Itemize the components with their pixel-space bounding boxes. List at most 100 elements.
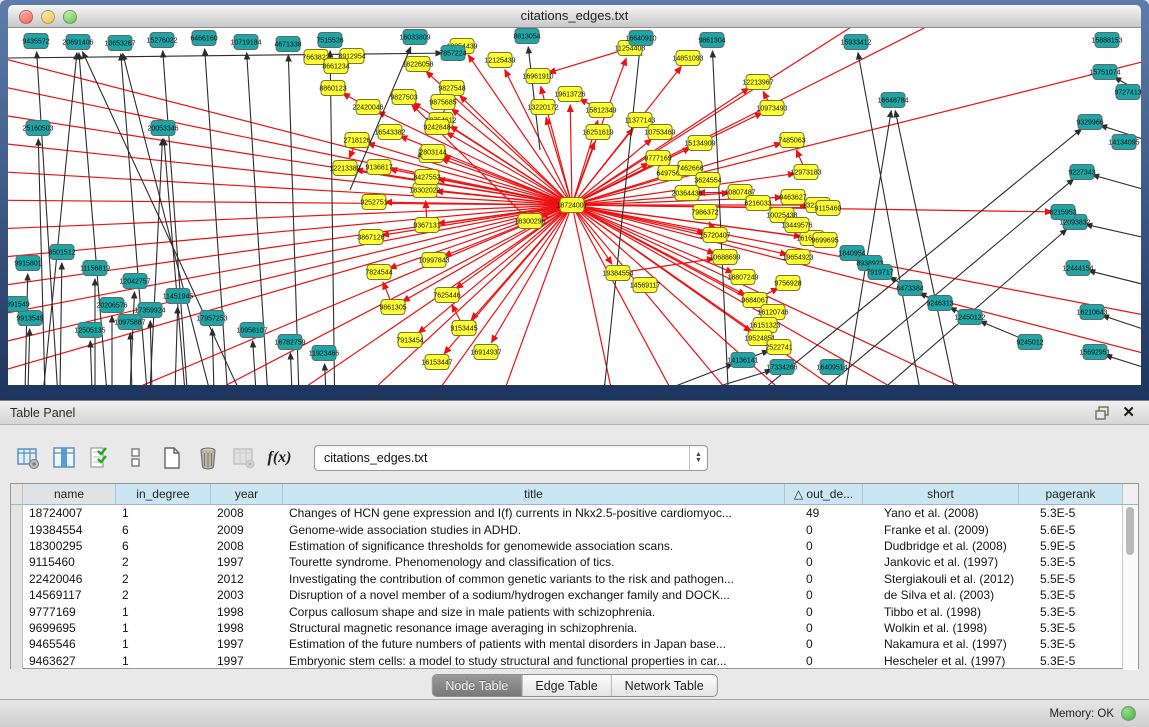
graph-node[interactable]: 12505135 [74,323,105,338]
graph-node[interactable]: 8215953 [1049,205,1076,220]
cell[interactable]: 14569117 [23,587,116,603]
graph-node[interactable]: 22420046 [352,100,383,115]
graph-node[interactable]: 9245012 [1016,335,1043,350]
graph-edge[interactable] [1093,175,1141,190]
cell[interactable]: 2008 [211,538,283,554]
graph-edge[interactable] [40,53,77,385]
cell[interactable]: 1 [116,505,211,521]
cell[interactable]: 6 [116,521,211,537]
cell[interactable]: 1 [116,653,211,669]
graph-node[interactable]: 9463627 [779,190,806,205]
graph-node[interactable]: 8427552 [413,170,440,185]
graph-node[interactable]: 18724007 [556,198,587,213]
cell[interactable]: 1997 [211,636,283,652]
graph-node[interactable]: 6473384 [896,281,923,296]
graph-edge[interactable] [8,200,572,205]
memory-status-icon[interactable] [1121,706,1136,721]
new-column-button[interactable] [158,445,185,472]
graph-node[interactable]: 16914937 [470,345,501,360]
combobox-stepper-icon[interactable]: ▲▼ [689,446,707,470]
column-header-year[interactable]: year [211,484,283,504]
cell[interactable]: Yano et al. (2008) [878,505,1034,521]
graph-edge[interactable] [572,205,620,385]
graph-node[interactable]: 3624554 [694,173,721,188]
graph-node[interactable]: 10973493 [756,101,787,116]
graph-node[interactable]: 9227343 [1068,165,1095,180]
graph-node[interactable]: 16033809 [399,30,430,45]
cell[interactable]: Estimation of significance thresholds fo… [283,538,800,554]
cell[interactable]: 49 [800,505,878,521]
table-row[interactable]: 977716911998Corpus callosum shape and si… [11,603,1138,619]
cell[interactable]: de Silva et al. (2003) [878,587,1034,603]
table-row[interactable]: 1938455462009Genome-wide association stu… [11,521,1138,537]
cell[interactable]: 9465546 [23,636,116,652]
cell[interactable]: 6 [116,538,211,554]
table-row[interactable]: 946554611997Estimation of the future num… [11,636,1138,652]
graph-node[interactable]: 9246313 [926,296,953,311]
cell[interactable]: Tourette syndrome. Phenomenology and cla… [283,554,800,570]
graph-node[interactable]: 18300295 [514,214,545,229]
graph-node[interactable]: 11156819 [80,261,110,276]
graph-edge[interactable] [205,49,230,385]
graph-edge[interactable] [253,341,256,385]
graph-node[interactable]: 17957253 [196,311,227,326]
cell[interactable]: Estimation of the future numbers of pati… [283,636,800,652]
zoom-window-button[interactable] [63,10,77,24]
cell[interactable]: 2 [116,554,211,570]
cell[interactable]: 1 [116,603,211,619]
graph-node[interactable]: 16153447 [421,355,452,370]
graph-edge[interactable] [452,109,572,205]
table-mode-button[interactable] [14,445,41,472]
graph-node[interactable]: 9756928 [774,276,801,291]
cell[interactable]: Wolkin et al. (1998) [878,620,1034,636]
graph-edge[interactable] [1086,224,1141,238]
graph-node[interactable]: 16782759 [274,335,305,350]
graph-node[interactable]: 12125439 [484,53,515,68]
cell[interactable]: Tibbo et al. (1998) [878,603,1034,619]
graph-node[interactable]: 12213389 [329,161,360,176]
graph-edge[interactable] [378,112,572,205]
cell[interactable]: 2003 [211,587,283,603]
graph-node[interactable]: 12444154 [1062,261,1093,276]
cell[interactable]: 0 [800,636,878,652]
graph-node[interactable]: 19384554 [602,266,633,281]
tab-node-table[interactable]: Node Table [432,675,522,696]
table-row[interactable]: 911546021997Tourette syndrome. Phenomeno… [11,554,1138,570]
graph-node[interactable]: 7857224 [439,46,466,61]
show-columns-button[interactable] [50,445,77,472]
graph-node[interactable]: 9329966 [1076,115,1103,130]
graph-node[interactable]: 25160503 [22,121,53,136]
graph-edge[interactable] [490,205,572,385]
table-row[interactable]: 1872400712008Changes of HCN gene express… [11,505,1138,521]
graph-edge[interactable] [175,307,178,385]
graph-node[interactable]: 3867126 [357,230,384,245]
table-row[interactable]: 946362711997Embryonic stem cells: a mode… [11,653,1138,669]
graph-node[interactable]: 10958107 [236,323,267,338]
graph-node[interactable]: 9913549 [16,311,43,326]
graph-node[interactable]: 7824544 [365,265,392,280]
cell[interactable]: 9777169 [23,603,116,619]
graph-node[interactable]: 11451945 [163,289,194,304]
cell[interactable]: 2009 [211,521,283,537]
minimize-window-button[interactable] [41,10,55,24]
cell[interactable]: Corpus callosum shape and size in male p… [283,603,800,619]
table-row[interactable]: 969969511998Structural magnetic resonanc… [11,620,1138,636]
graph-node[interactable]: 9136817 [365,160,392,175]
graph-node[interactable]: 9699695 [811,233,838,248]
graph-edge[interactable] [1102,315,1141,330]
network-view[interactable]: 1872400718300295182260589827503165433829… [8,28,1141,385]
graph-node[interactable]: 7515526 [316,33,343,48]
graph-node[interactable]: 7485063 [778,133,805,148]
cell[interactable]: 1 [116,636,211,652]
graph-node[interactable]: 9861304 [698,33,725,48]
cell[interactable]: 9115460 [23,554,116,570]
cell[interactable]: Disruption of a novel member of a sodium… [283,587,800,603]
graph-edge[interactable] [330,51,335,385]
graph-node[interactable]: 15276022 [146,33,177,48]
cell[interactable]: Investigating the contribution of common… [283,571,800,587]
graph-node[interactable]: 8813054 [513,29,540,44]
graph-node[interactable]: 7919717 [866,265,893,280]
graph-node[interactable]: 9252751 [360,195,387,210]
cell[interactable]: 0 [800,653,878,669]
unselect-columns-button[interactable] [122,445,149,472]
